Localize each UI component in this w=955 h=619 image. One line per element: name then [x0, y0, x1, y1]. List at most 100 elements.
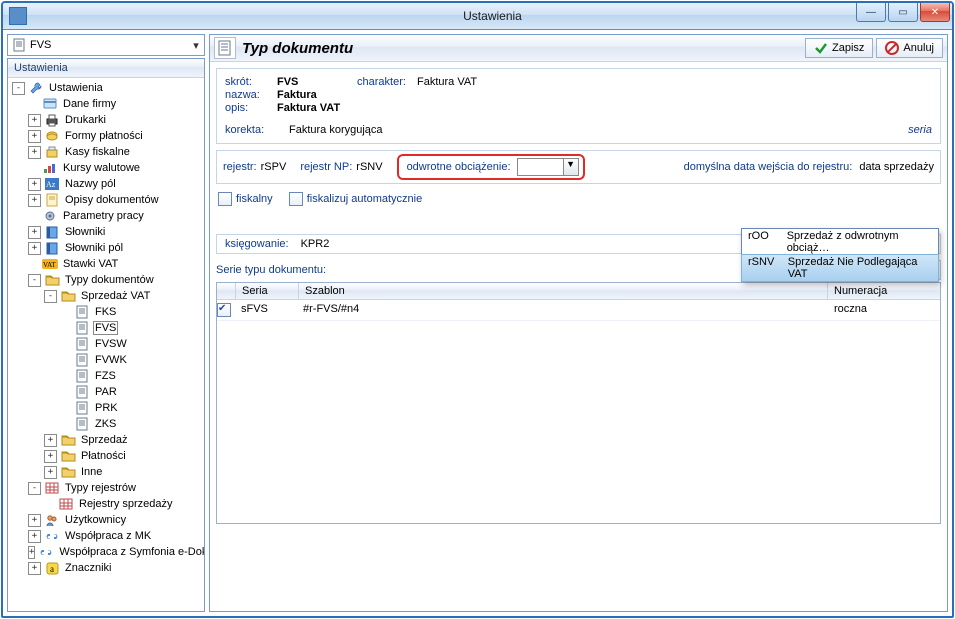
defreg-value[interactable]: data sprzedaży	[859, 161, 934, 173]
rejestr-value[interactable]: rSPV	[261, 161, 287, 173]
cancel-button[interactable]: Anuluj	[876, 38, 943, 58]
minimize-button[interactable]: —	[856, 3, 886, 22]
spacer	[28, 259, 39, 270]
table-row[interactable]: sFVS#r-FVS/#n4roczna	[217, 300, 940, 321]
collapse-icon[interactable]: -	[28, 274, 41, 287]
rejestr-label: rejestr:	[223, 161, 257, 173]
tree-item-p-atno-ci[interactable]: +Płatności	[8, 448, 204, 464]
tree-item-fvwk[interactable]: FVWK	[8, 352, 204, 368]
tree-item-u-ytkownicy[interactable]: + Użytkownicy	[8, 512, 204, 528]
expand-icon[interactable]: +	[28, 514, 41, 527]
ksieg-value[interactable]: KPR2	[301, 238, 330, 250]
tree-item-wsp-praca-z-symfonia-e-dokumenty[interactable]: + Współpraca z Symfonia e-Dokumenty	[8, 544, 204, 560]
folder-icon	[60, 432, 76, 448]
tree-item-stawki-vat[interactable]: VATStawki VAT	[8, 256, 204, 272]
wrench-icon	[28, 80, 44, 96]
tree-item-fvsw[interactable]: FVSW	[8, 336, 204, 352]
fiskauto-checkbox[interactable]: fiskalizuj automatycznie	[289, 192, 423, 206]
expand-icon[interactable]: +	[44, 450, 57, 463]
expand-icon[interactable]: +	[28, 146, 41, 159]
doc-icon	[74, 384, 90, 400]
collapse-icon[interactable]: -	[12, 82, 25, 95]
tree-item-wsp-praca-z-mk[interactable]: +Współpraca z MK	[8, 528, 204, 544]
spacer	[60, 387, 71, 398]
folder-icon	[60, 448, 76, 464]
basic-info-group: skrót: FVS charakter: Faktura VAT nazwa:…	[216, 68, 941, 144]
tree-item-typy-rejestr-w[interactable]: -Typy rejestrów	[8, 480, 204, 496]
seria-link[interactable]: seria	[908, 124, 932, 136]
collapse-icon[interactable]: -	[28, 482, 41, 495]
tree-item-opisy-dokument-w[interactable]: +Opisy dokumentów	[8, 192, 204, 208]
close-button[interactable]: ✕	[920, 3, 950, 22]
expand-icon[interactable]: +	[44, 434, 57, 447]
expand-icon[interactable]: +	[28, 242, 41, 255]
series-grid[interactable]: Seria Szablon Numeracja sFVS#r-FVS/#n4ro…	[216, 282, 941, 524]
doc-icon	[74, 400, 90, 416]
option-key: rSNV	[748, 256, 788, 280]
option-key: rOO	[748, 230, 787, 254]
expand-icon[interactable]: +	[28, 178, 41, 191]
tree-item-label: Typy dokumentów	[63, 274, 156, 286]
tree-item-znaczniki[interactable]: +aZnaczniki	[8, 560, 204, 576]
tree-item-kasy-fiskalne[interactable]: +Kasy fiskalne	[8, 144, 204, 160]
tree-item-fks[interactable]: FKS	[8, 304, 204, 320]
expand-icon[interactable]: +	[28, 114, 41, 127]
dropdown-option-roo[interactable]: rOOSprzedaż z odwrotnym obciąż…	[742, 229, 938, 255]
doc-icon	[74, 336, 90, 352]
col-szablon[interactable]: Szablon	[299, 283, 828, 299]
fiscal-row: fiskalny fiskalizuj automatycznie	[216, 190, 941, 208]
tree-item-drukarki[interactable]: +Drukarki	[8, 112, 204, 128]
tree-item-fvs[interactable]: FVS	[8, 320, 204, 336]
tree-item-inne[interactable]: +Inne	[8, 464, 204, 480]
tree-item-label: Sprzedaż VAT	[79, 290, 152, 302]
tree-item-ustawienia[interactable]: -Ustawienia	[8, 80, 204, 96]
tree-item-typy-dokument-w[interactable]: - Typy dokumentów	[8, 272, 204, 288]
dropdown-option-rsnv[interactable]: rSNVSprzedaż Nie Podlegająca VAT	[741, 254, 939, 282]
collapse-icon[interactable]: -	[44, 290, 57, 303]
tree-item-s-owniki-p-l[interactable]: +Słowniki pól	[8, 240, 204, 256]
tree-item-zks[interactable]: ZKS	[8, 416, 204, 432]
col-numeracja[interactable]: Numeracja	[828, 283, 940, 299]
tree-item-label: Współpraca z Symfonia e-Dokumenty	[57, 546, 204, 558]
tree-item-rejestry-sprzeda-y[interactable]: Rejestry sprzedaży	[8, 496, 204, 512]
odwrotne-highlight: odwrotne obciążenie: ▼	[397, 154, 585, 180]
expand-icon[interactable]: +	[28, 130, 41, 143]
save-button[interactable]: Zapisz	[805, 38, 873, 58]
korekta-value: Faktura korygująca	[289, 124, 383, 136]
expand-icon[interactable]: +	[44, 466, 57, 479]
tree-item-label: PAR	[93, 386, 119, 398]
tag-icon: a	[44, 560, 60, 576]
settings-tree-header: Ustawienia	[8, 59, 204, 78]
expand-icon[interactable]: +	[28, 226, 41, 239]
expand-icon[interactable]: +	[28, 562, 41, 575]
tree-item-formy-p-atno-ci[interactable]: +Formy płatności	[8, 128, 204, 144]
tree-item-nazwy-p-l[interactable]: +AzNazwy pól	[8, 176, 204, 192]
tree-item-fzs[interactable]: FZS	[8, 368, 204, 384]
tree-item-label: Parametry pracy	[61, 210, 146, 222]
tree-item-s-owniki[interactable]: +Słowniki	[8, 224, 204, 240]
tree-item-sprzeda-vat[interactable]: - Sprzedaż VAT	[8, 288, 204, 304]
tree-item-parametry-pracy[interactable]: Parametry pracy	[8, 208, 204, 224]
type-combo[interactable]: FVS ▾	[7, 34, 205, 56]
cell-seria: sFVS	[235, 301, 297, 319]
money-icon	[44, 128, 60, 144]
settings-tree[interactable]: -UstawieniaDane firmy+Drukarki+Formy pła…	[8, 78, 204, 611]
tree-item-prk[interactable]: PRK	[8, 400, 204, 416]
maximize-button[interactable]: ▭	[888, 3, 918, 22]
tree-item-dane-firmy[interactable]: Dane firmy	[8, 96, 204, 112]
stop-icon	[885, 41, 899, 55]
tree-item-sprzeda-[interactable]: +Sprzedaż	[8, 432, 204, 448]
fiskalny-checkbox[interactable]: fiskalny	[218, 192, 273, 206]
odwrotne-dropdown-list[interactable]: rOOSprzedaż z odwrotnym obciąż…rSNVSprze…	[741, 228, 939, 282]
odwrotne-dropdown[interactable]: ▼	[517, 158, 579, 176]
tree-item-par[interactable]: PAR	[8, 384, 204, 400]
row-checkbox[interactable]	[217, 303, 231, 317]
tree-item-label: Użytkownicy	[63, 514, 128, 526]
expand-icon[interactable]: +	[28, 546, 35, 559]
col-seria[interactable]: Seria	[236, 283, 299, 299]
rejestrnp-value[interactable]: rSNV	[356, 161, 382, 173]
expand-icon[interactable]: +	[28, 194, 41, 207]
tree-item-kursy-walutowe[interactable]: Kursy walutowe	[8, 160, 204, 176]
expand-icon[interactable]: +	[28, 530, 41, 543]
titlebar[interactable]: Ustawienia — ▭ ✕	[3, 3, 952, 30]
